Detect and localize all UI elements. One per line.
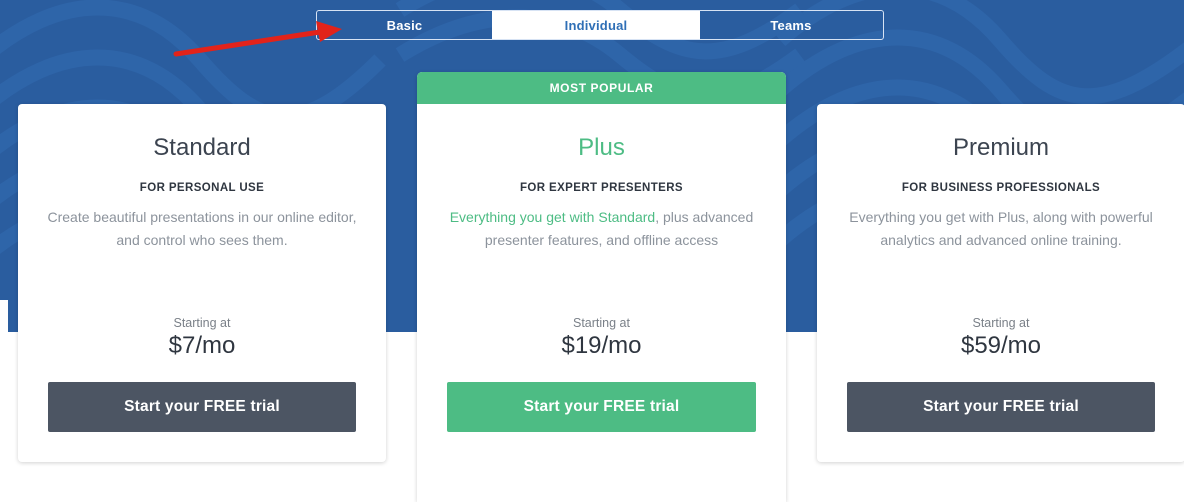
- plan-price: $59/mo: [960, 332, 1042, 359]
- edge-gap: [0, 300, 8, 340]
- plan-title: Premium: [952, 134, 1049, 161]
- starting-at-label: Starting at: [972, 316, 1030, 330]
- plan-description: Create beautiful presentations in our on…: [47, 209, 357, 248]
- starting-at-label: Starting at: [173, 316, 231, 330]
- starting-at-label: Starting at: [573, 316, 630, 330]
- red-arrow-annotation: [173, 21, 342, 57]
- plan-subtitle: FOR EXPERT PRESENTERS: [519, 182, 684, 194]
- tab-individual[interactable]: Individual: [492, 11, 700, 39]
- plan-price: $7/mo: [168, 332, 236, 359]
- plan-title: Plus: [578, 134, 625, 161]
- plan-card-standard: Standard FOR PERSONAL USE Create beautif…: [18, 104, 386, 462]
- most-popular-banner: MOST POPULAR: [417, 72, 786, 104]
- plan-card-plus: MOST POPULAR Plus FOR EXPERT PRESENTERS …: [417, 72, 786, 502]
- plan-description: Everything you get with Plus, along with…: [849, 209, 1153, 248]
- plan-description-highlight: Everything you get with Standard: [449, 209, 656, 225]
- tab-teams[interactable]: Teams: [700, 11, 882, 39]
- plan-title: Standard: [153, 134, 251, 161]
- plan-description: Everything you get with Standard, plus a…: [447, 206, 757, 251]
- plan-price: $19/mo: [561, 332, 642, 359]
- plan-tab-switcher: Basic Individual Teams: [316, 10, 884, 40]
- start-free-trial-button-plus[interactable]: Start your FREE trial: [447, 382, 756, 432]
- plan-card-premium: Premium FOR BUSINESS PROFESSIONALS Every…: [817, 104, 1184, 462]
- plan-subtitle: FOR PERSONAL USE: [139, 182, 265, 194]
- start-free-trial-button-standard[interactable]: Start your FREE trial: [48, 382, 356, 432]
- start-free-trial-button-premium[interactable]: Start your FREE trial: [847, 382, 1155, 432]
- plan-subtitle: FOR BUSINESS PROFESSIONALS: [901, 182, 1101, 194]
